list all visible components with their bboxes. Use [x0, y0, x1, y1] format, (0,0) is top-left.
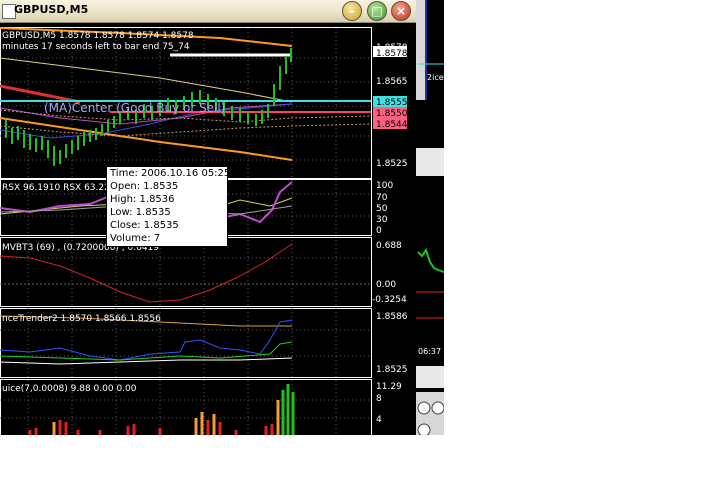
- adjacent-chart-window[interactable]: 2ice 06:37: [416, 0, 444, 435]
- adjacent-price-text: 2ice: [427, 73, 444, 82]
- chart-window[interactable]: GBPUSD,M5 – □ × GBPUSD,M5 1.8578 1.8578 …: [0, 0, 416, 435]
- tooltip-time: Time: 2006.10.16 05:25: [110, 168, 231, 179]
- trender-scale-bottom: 1.8525: [376, 365, 408, 375]
- rsx-header: RSX 96.1910 RSX 63.2261: [2, 183, 121, 193]
- juice-header: uice(7,0.0008) 9.88 0.00 0.00: [2, 384, 137, 394]
- adjacent-time-text: 06:37: [418, 347, 442, 356]
- tooltip-high: High: 1.8536: [110, 194, 175, 205]
- tooltip-close: Close: 1.8535: [110, 220, 179, 231]
- adjacent-chart-canvas: [416, 0, 444, 435]
- red-ma-line: [0, 84, 81, 104]
- trender-scale-top: 1.8586: [376, 312, 408, 322]
- price-label-2: 1.8578: [376, 49, 408, 59]
- price-label-3: 1.8565: [376, 77, 408, 87]
- center-ma-label: (MA)Center (Good Buy or Sell): [44, 101, 225, 115]
- mvbt-scale-top: 0.688: [376, 241, 402, 251]
- rsx-scale-30: 30: [376, 215, 388, 225]
- rsx-scale-50: 50: [376, 204, 388, 214]
- rsx-scale-70: 70: [376, 193, 388, 203]
- tooltip-volume: Volume: 7: [110, 233, 161, 244]
- ohlc-tooltip: Time: 2006.10.16 05:25 Open: 1.8535 High…: [106, 166, 231, 247]
- price-label-4: 1.8555: [376, 98, 408, 108]
- rsx-scale-100: 100: [376, 181, 393, 191]
- bar-countdown: minutes 17 seconds left to bar end 75_74: [2, 42, 190, 52]
- tooltip-low: Low: 1.8535: [110, 207, 171, 218]
- trender-header: nceTrender2 1.8570 1.8566 1.8556: [2, 314, 161, 324]
- price-label-5: 1.8550: [376, 109, 408, 119]
- juice-scale-top: 11.29: [376, 382, 402, 392]
- juice-scale-8: 8: [376, 394, 382, 404]
- tooltip-open: Open: 1.8535: [110, 181, 179, 192]
- mvbt-scale-bottom: -0.3254: [372, 295, 407, 305]
- price-label-6: 1.8544: [376, 120, 408, 130]
- juice-scale-4: 4: [376, 415, 382, 425]
- price-label-7: 1.8525: [376, 159, 408, 169]
- rsx-scale-0: 0: [376, 226, 382, 236]
- mvbt-scale-zero: 0.00: [376, 280, 396, 290]
- main-chart-header: GBPUSD,M5 1.8578 1.8578 1.8574 1.8578: [2, 31, 194, 41]
